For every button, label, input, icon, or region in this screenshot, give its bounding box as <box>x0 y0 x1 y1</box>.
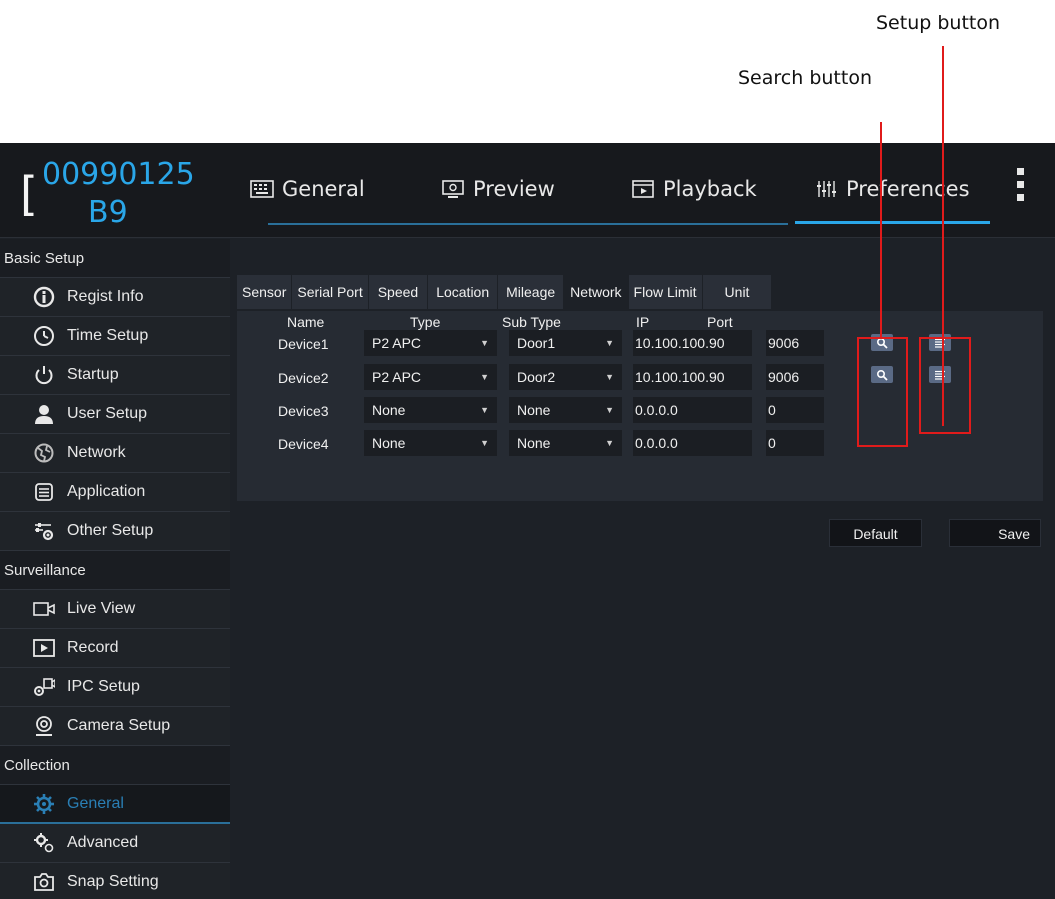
row-device4-port-field[interactable]: 0 <box>766 430 824 456</box>
sub-tab-bar: Sensor Serial Port Speed Location Mileag… <box>237 275 773 309</box>
dropdown-arrow-icon: ▼ <box>480 438 489 448</box>
sidebar-item-camera-setup[interactable]: Camera Setup <box>0 707 230 746</box>
sidebar-item-ipc-setup[interactable]: IPC Setup <box>0 668 230 707</box>
header-sub-type: Sub Type <box>502 314 561 330</box>
sidebar-item-time-setup[interactable]: Time Setup <box>0 317 230 356</box>
sidebar-item-network[interactable]: Network <box>0 434 230 473</box>
row-device2-ip-field[interactable]: 10.100.100.90 <box>633 364 752 390</box>
more-menu-icon[interactable] <box>1014 165 1026 209</box>
dropdown-arrow-icon: ▼ <box>605 438 614 448</box>
power-icon <box>35 366 53 385</box>
keyboard-icon <box>250 180 274 198</box>
subtab-unit[interactable]: Unit <box>702 275 773 309</box>
header-ip: IP <box>636 314 650 330</box>
dropdown-arrow-icon: ▼ <box>480 405 489 415</box>
subtab-location[interactable]: Location <box>428 275 499 309</box>
subtab-flow-limit[interactable]: Flow Limit <box>628 275 703 309</box>
device-id-line2: B9 <box>88 195 128 230</box>
list-icon <box>35 483 53 501</box>
sidebar: Basic Setup Regist Info Time Setup Start… <box>0 239 230 899</box>
dropdown-arrow-icon: ▼ <box>480 372 489 382</box>
sidebar-item-application[interactable]: Application <box>0 473 230 512</box>
sidebar-item-snap-setting[interactable]: Snap Setting <box>0 863 230 899</box>
record-icon <box>33 639 55 657</box>
gears-icon <box>34 833 54 853</box>
dropdown-arrow-icon: ▼ <box>605 405 614 415</box>
subtab-sensor[interactable]: Sensor <box>237 275 293 309</box>
settings-sliders-icon <box>35 523 54 541</box>
dropdown-arrow-icon: ▼ <box>605 372 614 382</box>
tab-playback[interactable]: Playback <box>631 171 757 207</box>
ipc-icon <box>34 678 55 696</box>
row-device3-subtype-select[interactable]: None ▼ <box>509 397 622 423</box>
header-name: Name <box>287 314 325 330</box>
sidebar-item-live-view[interactable]: Live View <box>0 590 230 629</box>
webcam-icon <box>36 716 52 736</box>
default-button[interactable]: Default <box>829 519 922 547</box>
user-icon <box>35 405 53 424</box>
row-device3-port-field[interactable]: 0 <box>766 397 824 423</box>
row-device4-type-select[interactable]: None ▼ <box>364 430 497 456</box>
sliders-icon <box>817 181 836 197</box>
subtab-serial-port[interactable]: Serial Port <box>292 275 369 309</box>
row-device3-name: Device3 <box>278 403 329 419</box>
dropdown-arrow-icon: ▼ <box>605 338 614 348</box>
section-basic-setup: Basic Setup <box>0 239 230 278</box>
tab-selected-indicator <box>795 221 990 224</box>
sidebar-item-record[interactable]: Record <box>0 629 230 668</box>
setup-button-annotation: Setup button <box>876 12 1001 34</box>
tab-preferences[interactable]: Preferences <box>814 171 970 207</box>
search-button-annotation: Search button <box>738 67 872 89</box>
top-bar: [ 00990125 B9 General Preview Playback P… <box>0 143 1055 238</box>
search-button-highlight-box <box>857 337 908 447</box>
globe-icon <box>34 443 54 463</box>
subtab-speed[interactable]: Speed <box>368 275 429 309</box>
row-device1-name: Device1 <box>278 336 329 352</box>
row-device1-ip-field[interactable]: 10.100.100.90 <box>633 330 752 356</box>
row-device2-subtype-select[interactable]: Door2 ▼ <box>509 364 622 390</box>
sidebar-item-other-setup[interactable]: Other Setup <box>0 512 230 551</box>
row-device4-subtype-select[interactable]: None ▼ <box>509 430 622 456</box>
row-device2-name: Device2 <box>278 370 329 386</box>
section-collection: Collection <box>0 746 230 785</box>
monitor-icon <box>442 180 464 198</box>
page: Setup button Search button [ 00990125 B9… <box>0 0 1055 899</box>
sidebar-item-user-setup[interactable]: User Setup <box>0 395 230 434</box>
row-device3-ip-field[interactable]: 0.0.0.0 <box>633 397 752 423</box>
row-device4-ip-field[interactable]: 0.0.0.0 <box>633 430 752 456</box>
gear-icon <box>34 793 54 814</box>
setup-button-highlight-box <box>919 337 971 434</box>
header-port: Port <box>707 314 733 330</box>
header-type: Type <box>410 314 441 330</box>
film-icon <box>632 180 654 198</box>
subtab-network[interactable]: Network <box>564 275 629 309</box>
row-device4-name: Device4 <box>278 436 329 452</box>
tab-preview[interactable]: Preview <box>441 171 555 207</box>
info-icon <box>33 286 55 308</box>
row-device2-type-select[interactable]: P2 APC ▼ <box>364 364 497 390</box>
row-device1-port-field[interactable]: 9006 <box>766 330 824 356</box>
app-window: [ 00990125 B9 General Preview Playback P… <box>0 143 1055 899</box>
device-id: [ 00990125 B9 <box>20 157 195 230</box>
dropdown-arrow-icon: ▼ <box>480 338 489 348</box>
sidebar-item-regist-info[interactable]: Regist Info <box>0 278 230 317</box>
row-device1-type-select[interactable]: P2 APC ▼ <box>364 330 497 356</box>
search-annotation-line <box>880 122 882 338</box>
sidebar-item-collection-general[interactable]: General <box>0 785 230 824</box>
row-device2-port-field[interactable]: 9006 <box>766 364 824 390</box>
row-device1-subtype-select[interactable]: Door1 ▼ <box>509 330 622 356</box>
section-surveillance: Surveillance <box>0 551 230 590</box>
tab-general[interactable]: General <box>250 171 365 207</box>
snapshot-icon <box>34 873 54 891</box>
tab-track <box>268 223 788 225</box>
clock-icon <box>34 326 54 346</box>
row-device3-type-select[interactable]: None ▼ <box>364 397 497 423</box>
subtab-mileage[interactable]: Mileage <box>498 275 565 309</box>
device-id-line1: 00990125 <box>42 157 195 192</box>
save-button[interactable]: Save <box>949 519 1041 547</box>
sidebar-item-advanced[interactable]: Advanced <box>0 824 230 863</box>
sidebar-item-startup[interactable]: Startup <box>0 356 230 395</box>
camera-icon <box>33 602 55 616</box>
